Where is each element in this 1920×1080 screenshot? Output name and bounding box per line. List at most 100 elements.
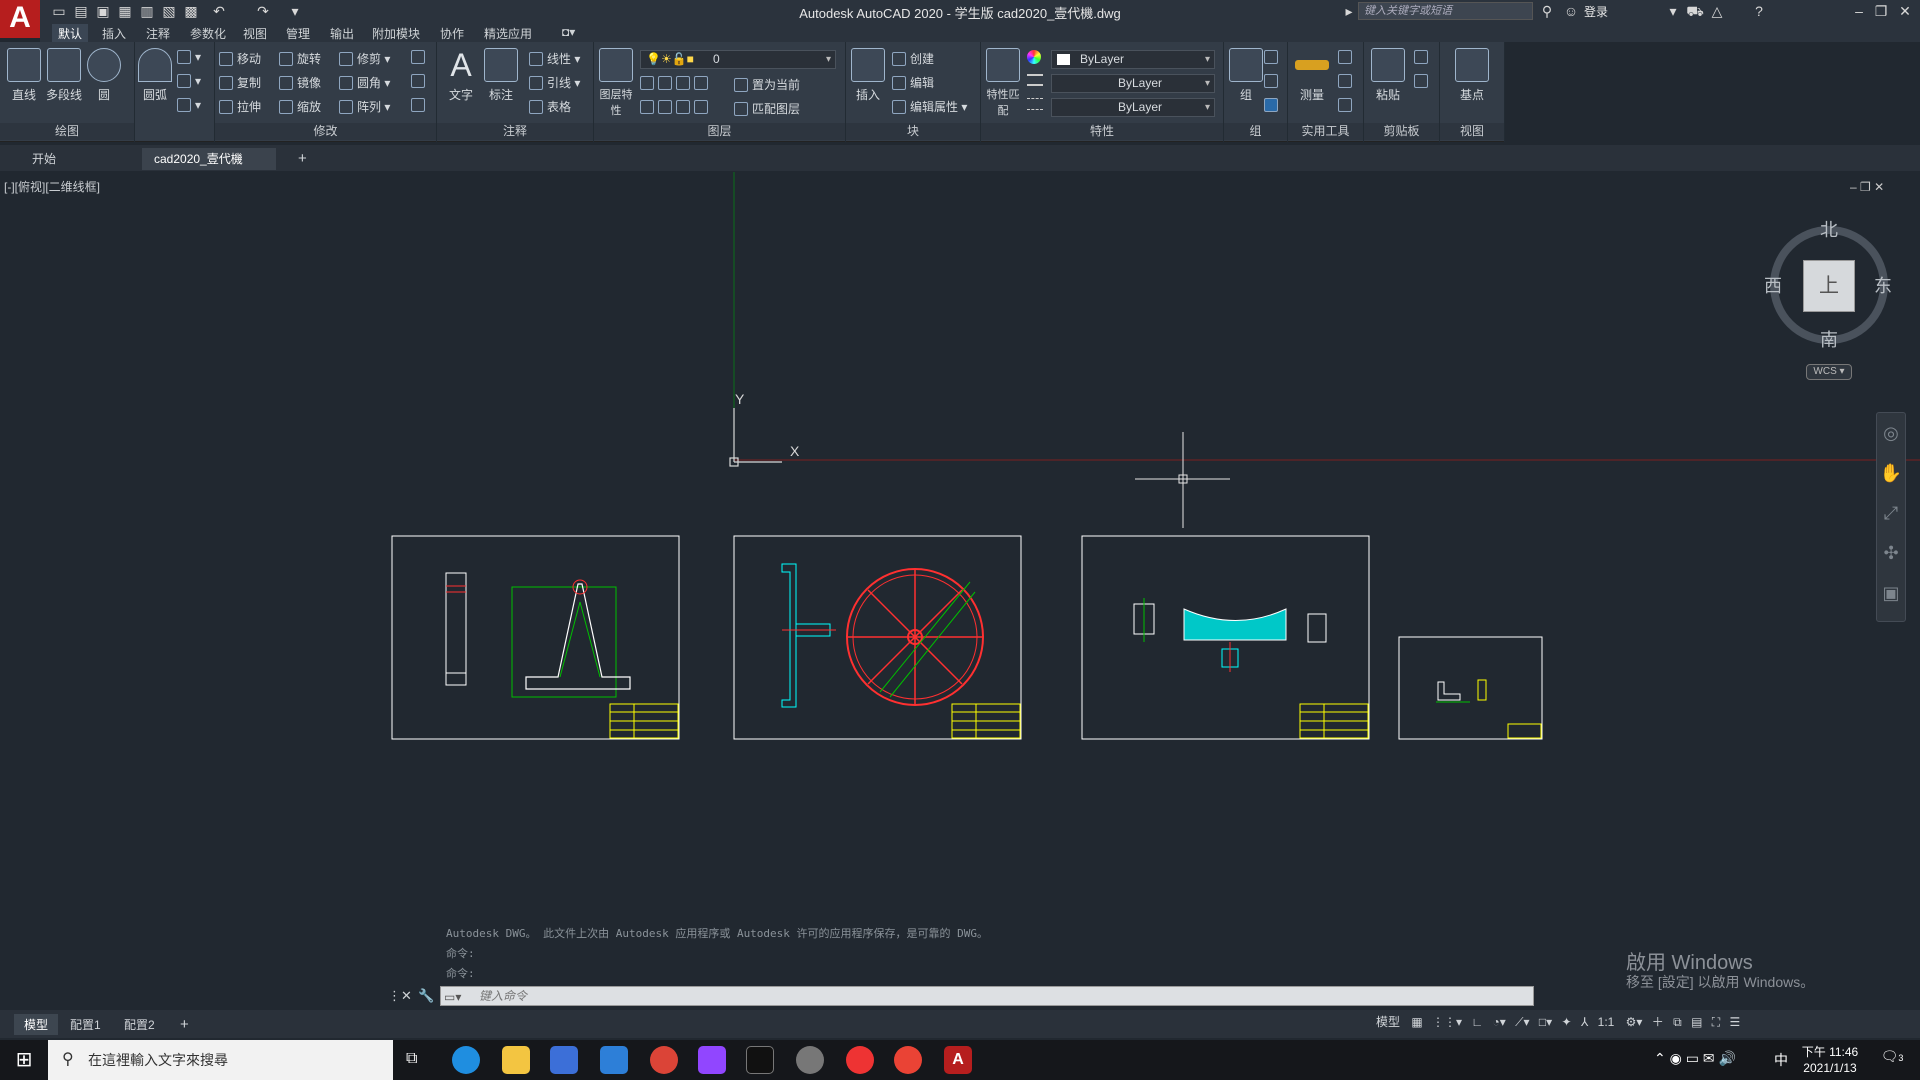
lineweight-dropdown[interactable]: ByLayer — [1051, 74, 1215, 93]
mirror-button[interactable]: 镜像 — [279, 74, 321, 91]
command-close-icon[interactable]: ⋮✕ — [388, 988, 412, 1004]
login-link[interactable]: 登录 — [1584, 3, 1608, 20]
command-input[interactable]: 键入命令 — [440, 986, 1534, 1006]
windows-start-icon[interactable]: ⊞ — [0, 1040, 48, 1080]
tab-parametric[interactable]: 参数化 — [184, 24, 232, 43]
object-snap-icon[interactable]: □▾ — [1539, 1015, 1552, 1029]
tab-featured-apps[interactable]: 精选应用 — [478, 24, 538, 43]
dimension-button[interactable]: 标注 — [481, 48, 521, 103]
calculator-icon[interactable] — [1338, 98, 1356, 112]
compass-west[interactable]: 西 — [1764, 272, 1782, 298]
help-icon[interactable]: ? — [1750, 2, 1768, 20]
panel-utilities-title[interactable]: 实用工具 — [1288, 123, 1363, 140]
open-file-icon[interactable]: ▤ — [72, 2, 90, 20]
polar-icon[interactable]: ◔▾ — [1493, 1015, 1506, 1029]
app-sphere-icon[interactable] — [796, 1046, 824, 1074]
settings-gear-icon[interactable]: ⚙▾ — [1626, 1015, 1643, 1029]
annotation-scale-icon[interactable]: ⅄ — [1581, 1015, 1588, 1029]
panel-properties-title[interactable]: 特性 — [981, 123, 1223, 140]
terminal-icon[interactable] — [746, 1046, 774, 1074]
web-save-icon[interactable]: ▥ — [138, 2, 156, 20]
login-dropdown-icon[interactable]: ▾ — [1664, 2, 1682, 20]
offset-icon[interactable] — [411, 98, 429, 112]
base-point-button[interactable]: 基点 — [1452, 48, 1492, 103]
explode-icon[interactable] — [411, 74, 429, 88]
move-button[interactable]: 移动 — [219, 50, 261, 67]
linear-button[interactable]: 线性 ▾ — [529, 50, 580, 67]
arc-button[interactable]: 圆弧 — [135, 48, 175, 103]
group-button[interactable]: 组 — [1226, 48, 1266, 103]
new-tab-icon[interactable]: + — [286, 148, 319, 170]
drawing-viewport[interactable]: [-][俯视][二维线框] – ❐ ✕ Y X 上 北 南 东 西 WCS ▾ … — [0, 172, 1920, 980]
set-current-button[interactable]: 置为当前 — [734, 76, 800, 93]
rotate-button[interactable]: 旋转 — [279, 50, 321, 67]
tab-collaborate[interactable]: 协作 — [434, 24, 470, 43]
scale-dropdown[interactable]: 1:1 — [1598, 1015, 1615, 1029]
erase-icon[interactable] — [411, 50, 429, 64]
tab-annotate[interactable]: 注释 — [140, 24, 176, 43]
save-icon[interactable]: ▣ — [94, 2, 112, 20]
wcs-menu[interactable]: WCS ▾ — [1806, 364, 1852, 380]
help-search-input[interactable]: 键入关键字或短语 — [1358, 2, 1533, 20]
chrome-profile-icon[interactable] — [894, 1046, 922, 1074]
cut-icon[interactable] — [1414, 50, 1432, 64]
tab-view[interactable]: 视图 — [237, 24, 273, 43]
rectangle-icon[interactable]: ▾ — [177, 50, 201, 64]
copy-clip-icon[interactable] — [1414, 74, 1432, 88]
taskbar-clock[interactable]: 下午 11:46 2021/1/13 — [1800, 1044, 1860, 1076]
panel-group-title[interactable]: 组 — [1224, 123, 1287, 140]
search-expand-icon[interactable]: ▸ — [1340, 2, 1358, 20]
minimize-icon[interactable]: – — [1850, 2, 1868, 20]
edit-attributes-button[interactable]: 编辑属性 ▾ — [892, 98, 967, 115]
tab-default[interactable]: 默认 — [52, 24, 89, 43]
undo-icon[interactable]: ↶ — [210, 2, 228, 20]
group-select-icon[interactable] — [1264, 98, 1282, 112]
ime-indicator[interactable]: 中 — [1774, 1050, 1788, 1070]
compass-south[interactable]: 南 — [1820, 326, 1838, 352]
restore-icon[interactable]: ❐ — [1872, 2, 1890, 20]
fillet-button[interactable]: 圆角 ▾ — [339, 74, 390, 91]
measure-button[interactable]: 测量 — [1292, 48, 1332, 103]
panel-layers-title[interactable]: 图层 — [594, 123, 845, 140]
model-space-button[interactable]: 模型 — [1376, 1015, 1400, 1029]
group-edit-icon[interactable] — [1264, 74, 1282, 88]
insert-block-button[interactable]: 插入 — [848, 48, 888, 103]
plot-icon[interactable]: ▩ — [182, 2, 200, 20]
hardware-accel-icon[interactable]: ▤ — [1691, 1015, 1702, 1029]
ortho-icon[interactable]: ∟ — [1471, 1015, 1483, 1029]
autocad-taskbar-icon[interactable]: A — [944, 1046, 972, 1074]
pan-icon[interactable]: ✋ — [1877, 453, 1905, 493]
user-icon[interactable]: ☺ — [1562, 2, 1580, 20]
task-view-icon[interactable]: ⧉ — [406, 1050, 417, 1068]
text-button[interactable]: A 文字 — [441, 48, 481, 103]
command-customize-icon[interactable]: 🔧 — [418, 988, 434, 1004]
circle-button[interactable]: 圆 — [84, 48, 124, 103]
redo-icon[interactable]: ↷ — [254, 2, 272, 20]
save-as-icon[interactable]: ▦ — [116, 2, 134, 20]
linetype-dropdown[interactable]: ByLayer — [1051, 98, 1215, 117]
edit-block-button[interactable]: 编辑 — [892, 74, 934, 91]
layer-tool-icons-row1[interactable] — [640, 76, 712, 90]
quick-select-icon[interactable] — [1338, 50, 1356, 64]
tab-manage[interactable]: 管理 — [280, 24, 316, 43]
customize-qa-icon[interactable]: ▾ — [286, 2, 304, 20]
tab-drawing[interactable]: cad2020_壹代機*✕ — [142, 148, 276, 188]
leader-button[interactable]: 引线 ▾ — [529, 74, 580, 91]
panel-draw-title[interactable]: 绘图 — [0, 123, 134, 140]
layer-properties-button[interactable]: 图层特性 — [596, 48, 636, 118]
cart-icon[interactable]: ⛟ — [1686, 2, 1704, 20]
osnap-track-icon[interactable]: ⟋▾ — [1515, 1015, 1529, 1029]
panel-modify-title[interactable]: 修改 — [215, 123, 436, 140]
copy-button[interactable]: 复制 — [219, 74, 261, 91]
line-button[interactable]: 直线 — [4, 48, 44, 103]
scale-button[interactable]: 缩放 — [279, 98, 321, 115]
binoculars-icon[interactable]: ⚲ — [1538, 2, 1556, 20]
edge-icon[interactable] — [452, 1046, 480, 1074]
table-button[interactable]: 表格 — [529, 98, 571, 115]
compass-north[interactable]: 北 — [1820, 216, 1838, 242]
match-layer-button[interactable]: 匹配图层 — [734, 100, 800, 117]
new-file-icon[interactable]: ▭ — [50, 2, 68, 20]
tab-addins[interactable]: 附加模块 — [366, 24, 426, 43]
orbit-icon[interactable]: ✣ — [1877, 533, 1905, 573]
autocad-logo-icon[interactable]: A — [0, 0, 40, 38]
